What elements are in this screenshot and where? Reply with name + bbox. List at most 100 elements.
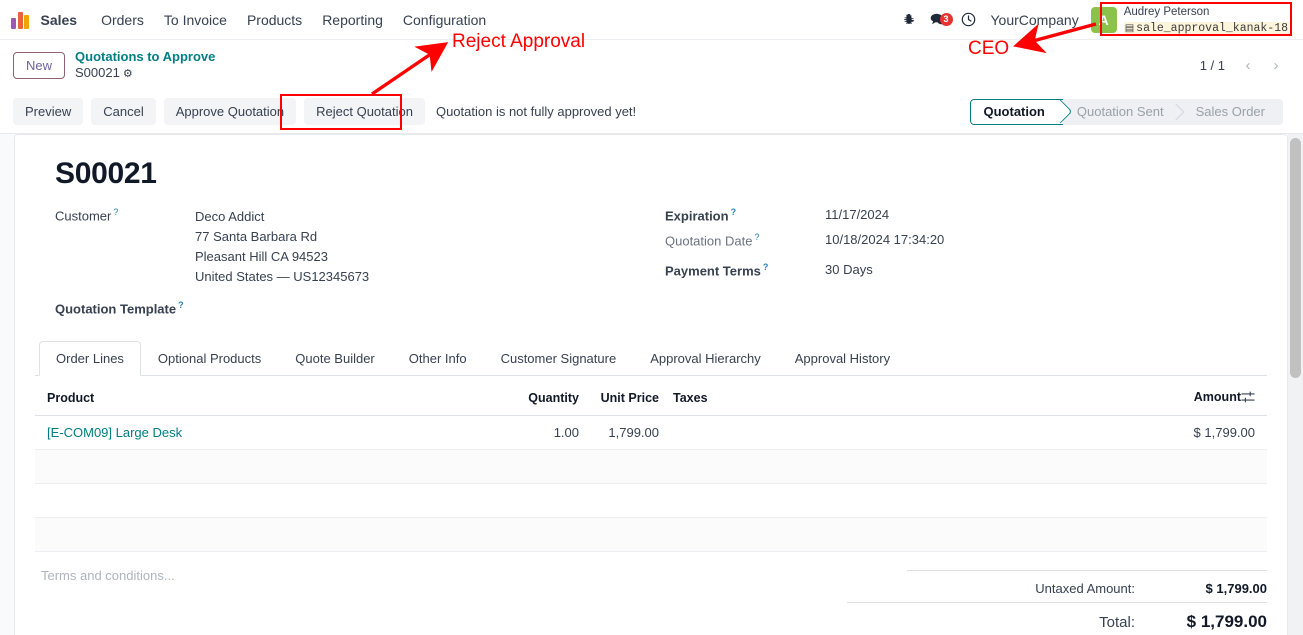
column-amount[interactable]: Amount bbox=[1077, 383, 1267, 416]
odoo-sales-quotation-form: Sales Orders To Invoice Products Reporti… bbox=[0, 0, 1303, 635]
left-field-column: Customer? Deco Addict 77 Santa Barbara R… bbox=[35, 207, 655, 325]
field-quotation-template-label: Quotation Template? bbox=[55, 299, 184, 316]
field-quotation-date-value[interactable]: 10/18/2024 17:34:20 bbox=[825, 232, 944, 248]
field-payment-terms-value[interactable]: 30 Days bbox=[825, 262, 873, 278]
table-row-empty bbox=[35, 483, 1267, 518]
approval-warning-text: Quotation is not fully approved yet! bbox=[435, 104, 637, 119]
tab-order-lines[interactable]: Order Lines bbox=[39, 340, 141, 376]
menu-reporting[interactable]: Reporting bbox=[312, 0, 393, 40]
clock-icon[interactable] bbox=[954, 12, 983, 27]
field-expiration-value[interactable]: 11/17/2024 bbox=[825, 207, 889, 223]
approve-quotation-button[interactable]: Approve Quotation bbox=[163, 98, 297, 125]
header-fields: Customer? Deco Addict 77 Santa Barbara R… bbox=[35, 207, 1267, 325]
help-icon[interactable]: ? bbox=[113, 207, 118, 217]
total-grand-value: $ 1,799.00 bbox=[1186, 611, 1267, 631]
user-menu[interactable]: A Audrey Peterson ▤ sale_approval_kanak-1… bbox=[1087, 4, 1297, 35]
terms-and-conditions[interactable]: Terms and conditions... bbox=[35, 568, 775, 635]
status-sales-order[interactable]: Sales Order bbox=[1182, 99, 1283, 125]
cell-taxes[interactable] bbox=[665, 415, 1077, 450]
control-panel-actions: Preview Cancel Approve Quotation Reject … bbox=[0, 90, 1303, 134]
order-lines-body: [E-COM09] Large Desk 1.00 1,799.00 $ 1,7… bbox=[35, 415, 1267, 552]
field-customer: Customer? Deco Addict 77 Santa Barbara R… bbox=[55, 207, 655, 288]
new-button[interactable]: New bbox=[13, 51, 66, 79]
table-header-row: Product Quantity Unit Price Taxes Amount bbox=[35, 383, 1267, 416]
totals-block: Untaxed Amount: $ 1,799.00 Total: $ 1,79… bbox=[847, 568, 1267, 635]
menu-configuration[interactable]: Configuration bbox=[393, 0, 496, 40]
breadcrumb-current: S00021 bbox=[75, 64, 120, 80]
customer-address-line-1: 77 Santa Barbara Rd bbox=[195, 229, 318, 245]
help-icon[interactable]: ? bbox=[731, 207, 737, 217]
column-amount-label: Amount bbox=[1193, 389, 1241, 404]
help-icon[interactable]: ? bbox=[754, 232, 759, 242]
field-quotation-date: Quotation Date? 10/18/2024 17:34:20 bbox=[665, 232, 1215, 248]
tab-approval-history[interactable]: Approval History bbox=[778, 341, 907, 376]
customer-address-line-3: United States — US12345673 bbox=[195, 269, 370, 285]
preview-button[interactable]: Preview bbox=[13, 98, 84, 125]
vertical-scrollbar-thumb[interactable] bbox=[1290, 138, 1301, 378]
tab-other-info[interactable]: Other Info bbox=[392, 341, 484, 376]
statusbar: Quotation Quotation Sent Sales Order bbox=[969, 98, 1303, 125]
app-name-sales[interactable]: Sales bbox=[41, 0, 92, 40]
odoo-logo[interactable] bbox=[11, 10, 31, 29]
help-icon[interactable]: ? bbox=[763, 262, 769, 272]
breadcrumb-parent[interactable]: Quotations to Approve bbox=[75, 49, 215, 65]
avatar: A bbox=[1090, 6, 1117, 33]
order-lines-table: Product Quantity Unit Price Taxes Amount bbox=[35, 383, 1267, 552]
gear-icon[interactable]: ⚙ bbox=[123, 68, 133, 80]
field-expiration: Expiration? 11/17/2024 bbox=[665, 207, 1215, 223]
bug-icon[interactable] bbox=[895, 13, 923, 27]
sheet-bottom: Terms and conditions... Untaxed Amount: … bbox=[35, 568, 1267, 635]
cell-quantity[interactable]: 1.00 bbox=[465, 415, 585, 450]
reject-quotation-button[interactable]: Reject Quotation bbox=[304, 98, 425, 125]
chevron-right-icon[interactable]: › bbox=[1263, 52, 1289, 78]
column-quantity[interactable]: Quantity bbox=[465, 383, 585, 416]
tab-customer-signature[interactable]: Customer Signature bbox=[484, 341, 634, 376]
sliders-icon[interactable] bbox=[1241, 390, 1255, 407]
cell-amount[interactable]: $ 1,799.00 bbox=[1077, 415, 1267, 450]
total-grand-label: Total: bbox=[1099, 613, 1135, 631]
product-link[interactable]: [E-COM09] Large Desk bbox=[47, 425, 182, 440]
field-quotation-date-label: Quotation Date? bbox=[665, 232, 760, 249]
help-icon[interactable]: ? bbox=[178, 300, 184, 310]
total-untaxed-row: Untaxed Amount: $ 1,799.00 bbox=[847, 577, 1267, 600]
notebook-tabs: Order Lines Optional Products Quote Buil… bbox=[35, 340, 1267, 376]
messages-count-badge: 3 bbox=[939, 13, 953, 26]
cell-unit-price[interactable]: 1,799.00 bbox=[585, 415, 665, 450]
form-sheet: S00021 Customer? Deco Addict 77 Santa Ba… bbox=[14, 134, 1288, 635]
pager: 1 / 1 ‹ › bbox=[1200, 52, 1303, 78]
column-taxes[interactable]: Taxes bbox=[665, 383, 1077, 416]
menu-to-invoice[interactable]: To Invoice bbox=[154, 0, 237, 40]
tab-quote-builder[interactable]: Quote Builder bbox=[278, 341, 392, 376]
field-expiration-label: Expiration? bbox=[665, 207, 737, 224]
terms-placeholder: Terms and conditions... bbox=[41, 567, 175, 583]
systray: 3 YourCompany A Audrey Peterson ▤ sale_ap… bbox=[895, 0, 1303, 40]
total-untaxed-label: Untaxed Amount: bbox=[1035, 580, 1135, 596]
menu-products[interactable]: Products bbox=[237, 0, 312, 40]
customer-address-line-2: Pleasant Hill CA 94523 bbox=[195, 249, 328, 265]
tab-optional-products[interactable]: Optional Products bbox=[141, 341, 278, 376]
cell-product[interactable]: [E-COM09] Large Desk bbox=[35, 415, 465, 450]
field-customer-label: Customer? bbox=[55, 207, 119, 224]
table-row-empty bbox=[35, 517, 1267, 552]
field-quotation-template: Quotation Template? bbox=[55, 300, 655, 316]
table-row[interactable]: [E-COM09] Large Desk 1.00 1,799.00 $ 1,7… bbox=[35, 415, 1267, 450]
status-quotation[interactable]: Quotation bbox=[969, 98, 1063, 125]
column-unit-price[interactable]: Unit Price bbox=[585, 383, 665, 416]
database-name: ▤ sale_approval_kanak-18 bbox=[1123, 21, 1289, 35]
chevron-left-icon[interactable]: ‹ bbox=[1235, 52, 1261, 78]
chat-bubble-icon[interactable]: 3 bbox=[923, 12, 954, 27]
column-product[interactable]: Product bbox=[35, 383, 465, 416]
status-quotation-sent[interactable]: Quotation Sent bbox=[1063, 99, 1182, 125]
tab-approval-hierarchy[interactable]: Approval Hierarchy bbox=[633, 341, 778, 376]
cancel-button[interactable]: Cancel bbox=[91, 98, 156, 125]
table-row-empty bbox=[35, 449, 1267, 484]
field-payment-terms-label: Payment Terms? bbox=[665, 261, 769, 278]
top-navbar: Sales Orders To Invoice Products Reporti… bbox=[0, 0, 1303, 40]
form-sheet-container: S00021 Customer? Deco Addict 77 Santa Ba… bbox=[0, 134, 1303, 635]
company-switcher[interactable]: YourCompany bbox=[983, 12, 1087, 28]
customer-link[interactable]: Deco Addict bbox=[195, 207, 369, 227]
page-title: S00021 bbox=[55, 157, 157, 190]
breadcrumb: Quotations to Approve S00021 ⚙ bbox=[75, 49, 215, 82]
menu-orders[interactable]: Orders bbox=[91, 0, 154, 40]
field-payment-terms: Payment Terms? 30 Days bbox=[665, 262, 1215, 278]
